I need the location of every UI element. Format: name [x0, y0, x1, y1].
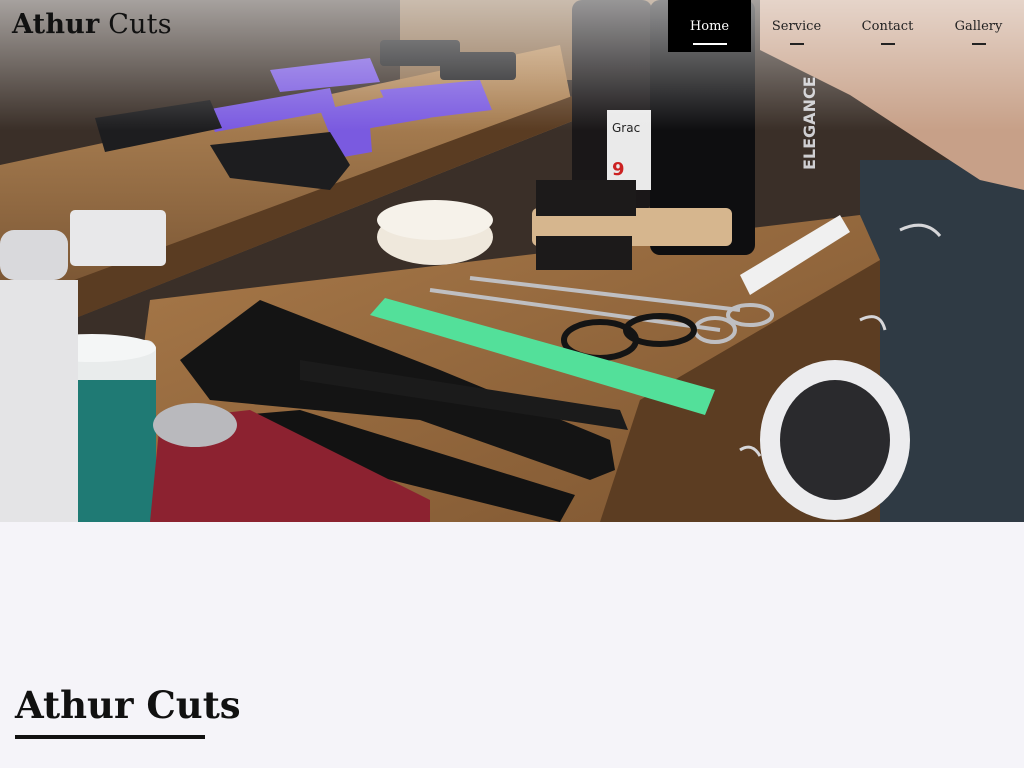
section-title: Athur Cuts: [15, 683, 241, 727]
site-logo[interactable]: Athur Cuts: [12, 9, 172, 40]
brand-light: Cuts: [108, 9, 172, 40]
barber-tools-photo: Grac 9 ELEGANCE: [0, 0, 1024, 522]
brand-bold: Athur: [12, 9, 100, 40]
main-nav: Home Service Contact Gallery: [668, 0, 1024, 52]
nav-underline: [692, 43, 727, 45]
section-title-bold: Athur: [15, 683, 134, 727]
nav-underline: [789, 43, 804, 45]
nav-item-home[interactable]: Home: [668, 0, 751, 52]
nav-item-gallery[interactable]: Gallery: [933, 0, 1024, 52]
hero-image: Grac 9 ELEGANCE: [0, 0, 1024, 522]
title-underline: [15, 735, 205, 739]
nav-item-label: Contact: [861, 19, 914, 34]
nav-underline: [880, 43, 895, 45]
nav-item-contact[interactable]: Contact: [842, 0, 933, 52]
section-title-light: Cuts: [146, 683, 241, 727]
nav-item-service[interactable]: Service: [751, 0, 842, 52]
nav-item-label: Home: [689, 19, 730, 34]
nav-item-label: Gallery: [954, 19, 1003, 34]
nav-item-label: Service: [771, 19, 822, 34]
nav-underline: [971, 43, 986, 45]
